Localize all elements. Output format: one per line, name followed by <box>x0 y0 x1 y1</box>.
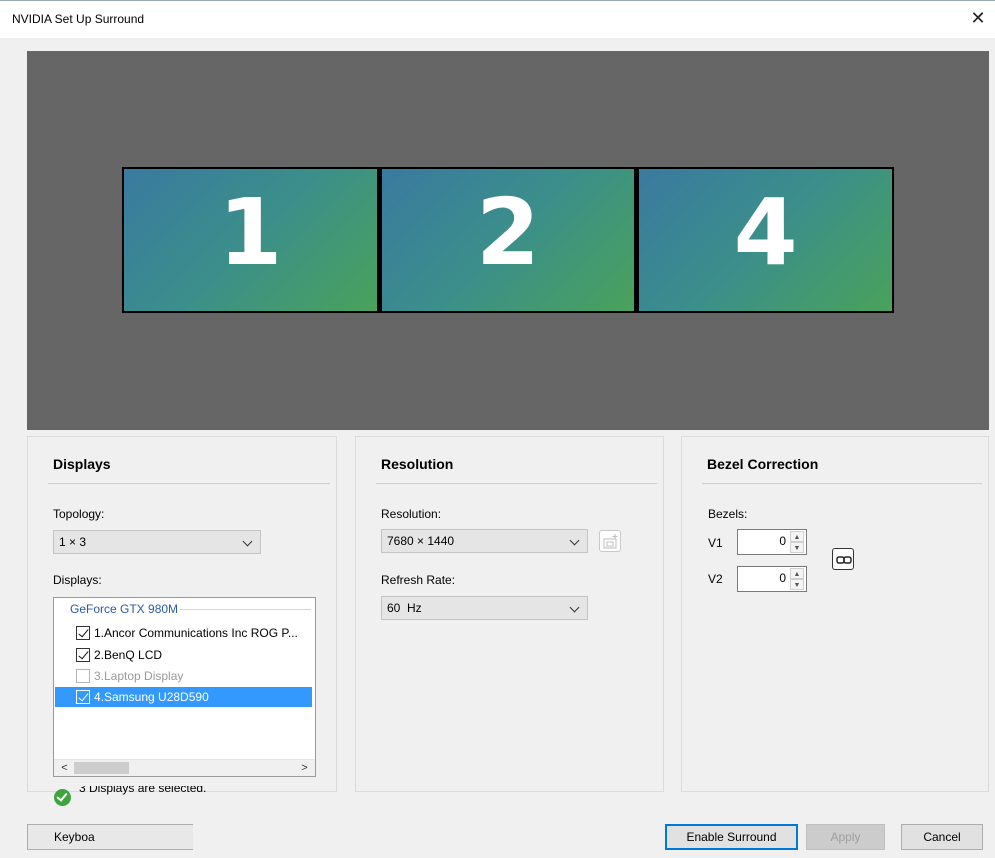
v1-increment-button[interactable]: ▲ <box>790 531 804 542</box>
divider <box>180 609 311 610</box>
apply-label: Apply <box>830 830 861 844</box>
v2-decrement-button[interactable]: ▼ <box>790 579 804 590</box>
topology-label: Topology: <box>53 507 105 521</box>
display-checkbox[interactable] <box>76 690 90 704</box>
gpu-group-header: GeForce GTX 980M <box>70 602 179 616</box>
display-item: 3.Laptop Display <box>55 666 312 686</box>
divider <box>376 483 657 484</box>
close-icon[interactable]: ✕ <box>967 7 989 29</box>
scroll-left-arrow[interactable]: < <box>56 760 73 776</box>
v2-label: V2 <box>708 572 723 586</box>
refresh-rate-label: Refresh Rate: <box>381 573 456 587</box>
displays-panel-title: Displays <box>53 456 111 472</box>
v2-value: 0 <box>779 571 786 585</box>
displays-label: Displays: <box>53 573 102 587</box>
display-item-label: 4.Samsung U28D590 <box>94 690 209 704</box>
display-item[interactable]: 2.BenQ LCD <box>55 645 312 665</box>
monitor-number: 2 <box>476 179 541 286</box>
displays-listbox[interactable]: GeForce GTX 980M 1.Ancor Communications … <box>53 597 316 777</box>
chevron-down-icon <box>569 597 581 619</box>
monitor-tile[interactable]: 4 <box>638 168 894 312</box>
display-checkbox <box>76 669 90 683</box>
chevron-down-icon <box>242 531 254 553</box>
v2-stepper[interactable]: 0 ▲ ▼ <box>737 566 807 592</box>
divider <box>48 483 330 484</box>
apply-button: Apply <box>806 824 885 850</box>
v2-spin-buttons: ▲ ▼ <box>790 568 804 590</box>
topology-dropdown[interactable]: 1 × 3 <box>53 530 261 554</box>
scroll-right-arrow[interactable]: > <box>296 760 313 776</box>
display-item-label: 2.BenQ LCD <box>94 648 163 662</box>
monitor-number: 1 <box>218 179 283 286</box>
resolution-label: Resolution: <box>381 507 442 521</box>
v1-spin-buttons: ▲ ▼ <box>790 531 804 553</box>
resolution-value: 7680 × 1440 <box>387 534 455 548</box>
display-checkbox[interactable] <box>76 626 90 640</box>
surround-preview: 1 2 4 <box>27 51 989 430</box>
v1-value: 0 <box>779 534 786 548</box>
scroll-thumb[interactable] <box>74 762 129 774</box>
horizontal-scrollbar[interactable]: < > <box>54 759 315 776</box>
display-item[interactable]: 1.Ancor Communications Inc ROG P... <box>55 623 312 643</box>
bezel-panel-title: Bezel Correction <box>707 456 819 472</box>
status-message: 3 Displays are selected. <box>79 786 207 795</box>
resolution-dropdown[interactable]: 7680 × 1440 <box>381 529 588 553</box>
v1-stepper[interactable]: 0 ▲ ▼ <box>737 529 807 555</box>
v2-increment-button[interactable]: ▲ <box>790 568 804 579</box>
cancel-button[interactable]: Cancel <box>901 824 983 850</box>
monitor-arrangement: 1 2 4 <box>122 167 894 313</box>
status-text: 3 Displays are selected. <box>79 786 206 800</box>
link-icon[interactable] <box>832 548 854 570</box>
enable-surround-label: Enable Surround <box>686 830 777 844</box>
display-item-label: 3.Laptop Display <box>94 669 184 683</box>
display-checkbox[interactable] <box>76 648 90 662</box>
monitor-tile[interactable]: 2 <box>380 168 636 312</box>
v1-decrement-button[interactable]: ▼ <box>790 542 804 553</box>
monitor-number: 4 <box>733 179 798 286</box>
keyboard-button-label: Keyboa <box>54 830 95 844</box>
chevron-down-icon <box>569 530 581 552</box>
divider <box>702 483 982 484</box>
bezel-correction-panel: Bezel Correction <box>681 436 989 792</box>
refresh-rate-dropdown[interactable]: 60 Hz <box>381 596 588 620</box>
cancel-label: Cancel <box>923 830 961 844</box>
keyboard-button[interactable]: Keyboa <box>27 824 193 850</box>
topology-value: 1 × 3 <box>59 535 87 549</box>
custom-resolution-icon[interactable] <box>599 530 621 552</box>
display-item[interactable]: 4.Samsung U28D590 <box>55 687 312 707</box>
enable-surround-button[interactable]: Enable Surround <box>665 824 798 850</box>
monitor-tile[interactable]: 1 <box>123 168 378 312</box>
window-title: NVIDIA Set Up Surround <box>12 12 145 26</box>
check-circle-icon <box>54 789 71 806</box>
v1-label: V1 <box>708 536 723 550</box>
bezels-label: Bezels: <box>708 507 748 521</box>
display-item-label: 1.Ancor Communications Inc ROG P... <box>94 626 298 640</box>
resolution-panel-title: Resolution <box>381 456 454 472</box>
refresh-rate-value: 60 Hz <box>387 601 422 615</box>
title-bar: NVIDIA Set Up Surround ✕ <box>0 0 995 38</box>
